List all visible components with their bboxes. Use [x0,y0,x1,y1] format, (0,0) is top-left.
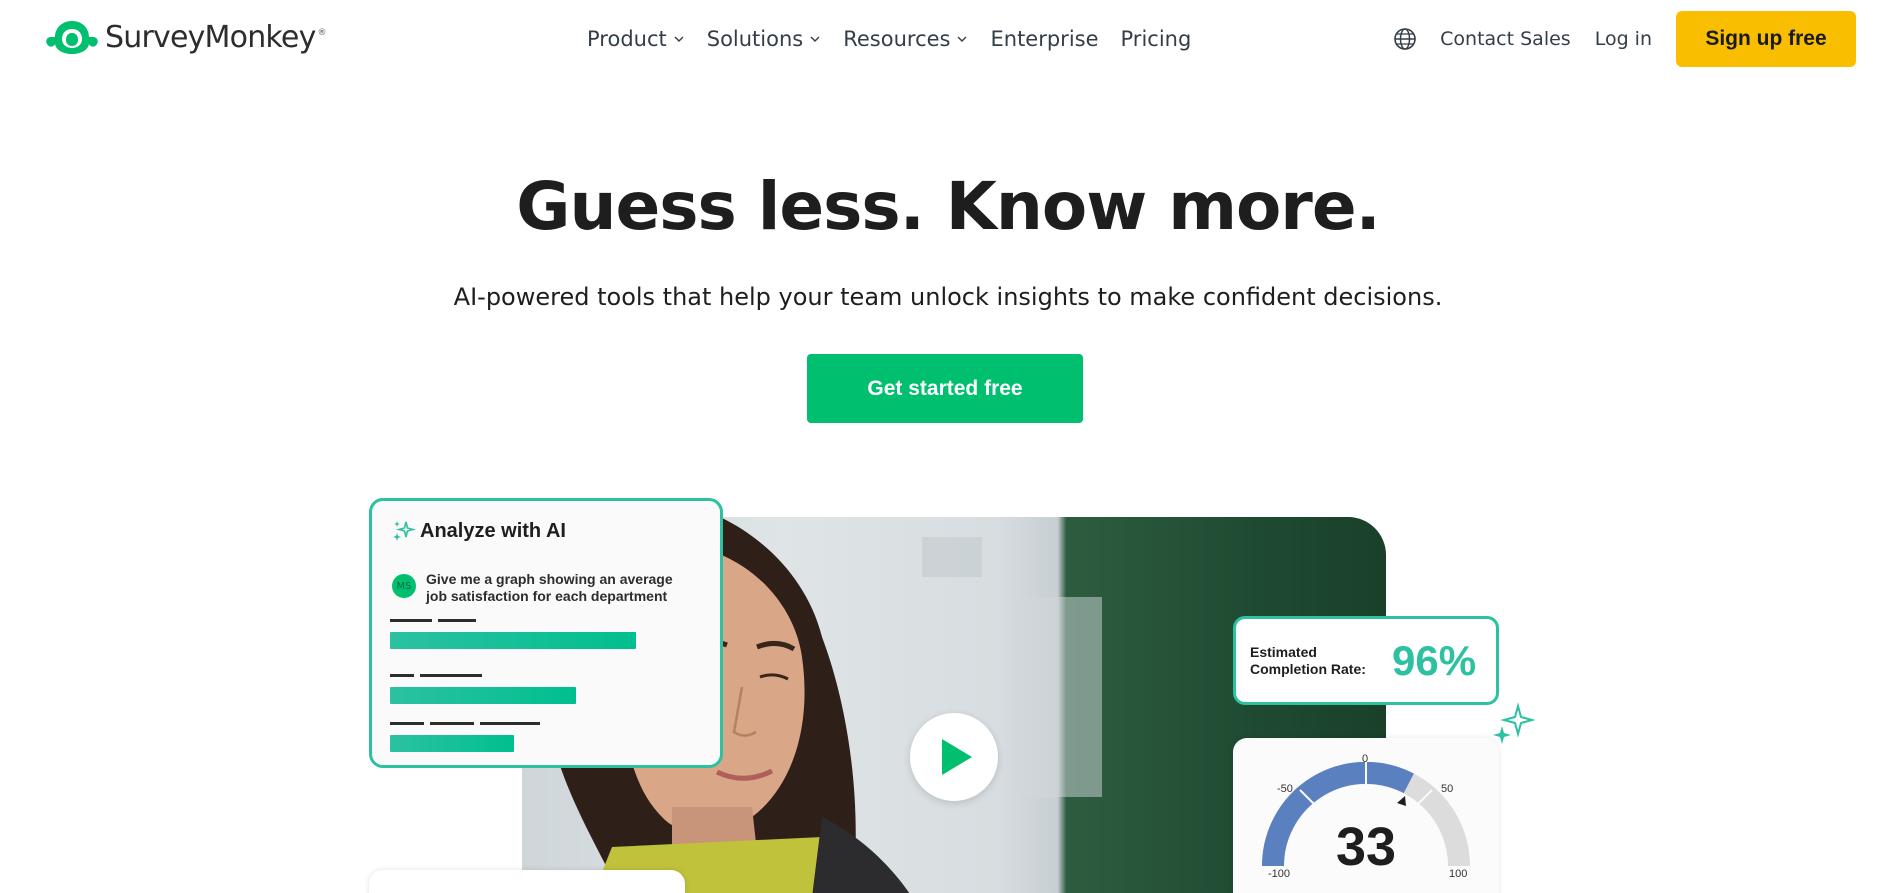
nav-enterprise-label: Enterprise [990,27,1099,51]
hero-headline: Guess less. Know more. [516,168,1380,245]
hero-subheadline: AI-powered tools that help your team unl… [453,283,1443,311]
login-link[interactable]: Log in [1595,28,1652,50]
sparkle-icon [393,521,416,541]
nav-product[interactable]: Product [587,27,685,51]
nav-actions: Contact Sales Log in Sign up free [1392,11,1856,67]
ai-card-title: Analyze with AI [392,519,566,543]
monkey-logo-icon [46,21,98,54]
bar-label-placeholder [390,674,414,677]
gauge-value: 33 [1335,817,1397,877]
gauge-tick-label: 0 [1362,753,1369,765]
contact-sales-link[interactable]: Contact Sales [1440,28,1571,50]
signup-button[interactable]: Sign up free [1676,11,1856,67]
surveymonkey-logo[interactable]: SurveyMonkey ® [43,17,327,57]
chevron-down-icon [810,36,820,42]
secondary-card [369,870,685,893]
completion-rate-label: Estimated Completion Rate: [1250,643,1366,677]
nav-enterprise[interactable]: Enterprise [990,27,1098,51]
completion-rate-card: Estimated Completion Rate: 96% [1233,616,1499,705]
bar-label-placeholder [390,722,424,725]
bar-label-placeholder [438,619,476,622]
chevron-down-icon [674,36,684,42]
nav-pricing-label: Pricing [1120,27,1192,51]
nav-solutions-label: Solutions [706,27,804,51]
registered-mark: ® [317,28,327,38]
bar-label-placeholder [390,619,432,622]
analyze-with-ai-card: Analyze with AI MS Give me a graph showi… [369,498,723,768]
nav-resources[interactable]: Resources [843,27,968,51]
satisfaction-bar [390,632,636,649]
play-button[interactable] [910,713,998,801]
globe-icon[interactable] [1392,26,1418,52]
gauge-tick-label: -50 [1277,783,1293,795]
nav-resources-label: Resources [843,27,951,51]
chevron-down-icon [957,36,967,42]
top-navigation: SurveyMonkey ® Product Solutions Resourc… [0,0,1896,78]
satisfaction-bar [390,735,514,752]
main-nav: Product Solutions Resources Enterprise P… [587,24,1213,54]
ai-prompt-message: MS Give me a graph showing an average jo… [392,571,676,605]
get-started-button[interactable]: Get started free [807,354,1083,423]
bar-label-placeholder [420,674,482,677]
nav-solutions[interactable]: Solutions [707,27,822,51]
nav-pricing[interactable]: Pricing [1121,27,1192,51]
bar-label-placeholder [430,722,474,725]
satisfaction-bar [390,687,576,704]
play-icon [942,739,972,775]
gauge-tick-label: 50 [1441,783,1454,795]
bar-label-placeholder [480,722,540,725]
ai-card-title-text: Analyze with AI [420,519,566,542]
avatar: MS [392,574,416,598]
nps-gauge-card: -100 -50 0 50 100 33 [1233,738,1499,893]
completion-rate-value: 96% [1392,636,1477,684]
logo-wordmark: SurveyMonkey [105,19,316,55]
nav-product-label: Product [587,27,667,51]
ai-prompt-text: Give me a graph showing an average job s… [426,571,673,604]
